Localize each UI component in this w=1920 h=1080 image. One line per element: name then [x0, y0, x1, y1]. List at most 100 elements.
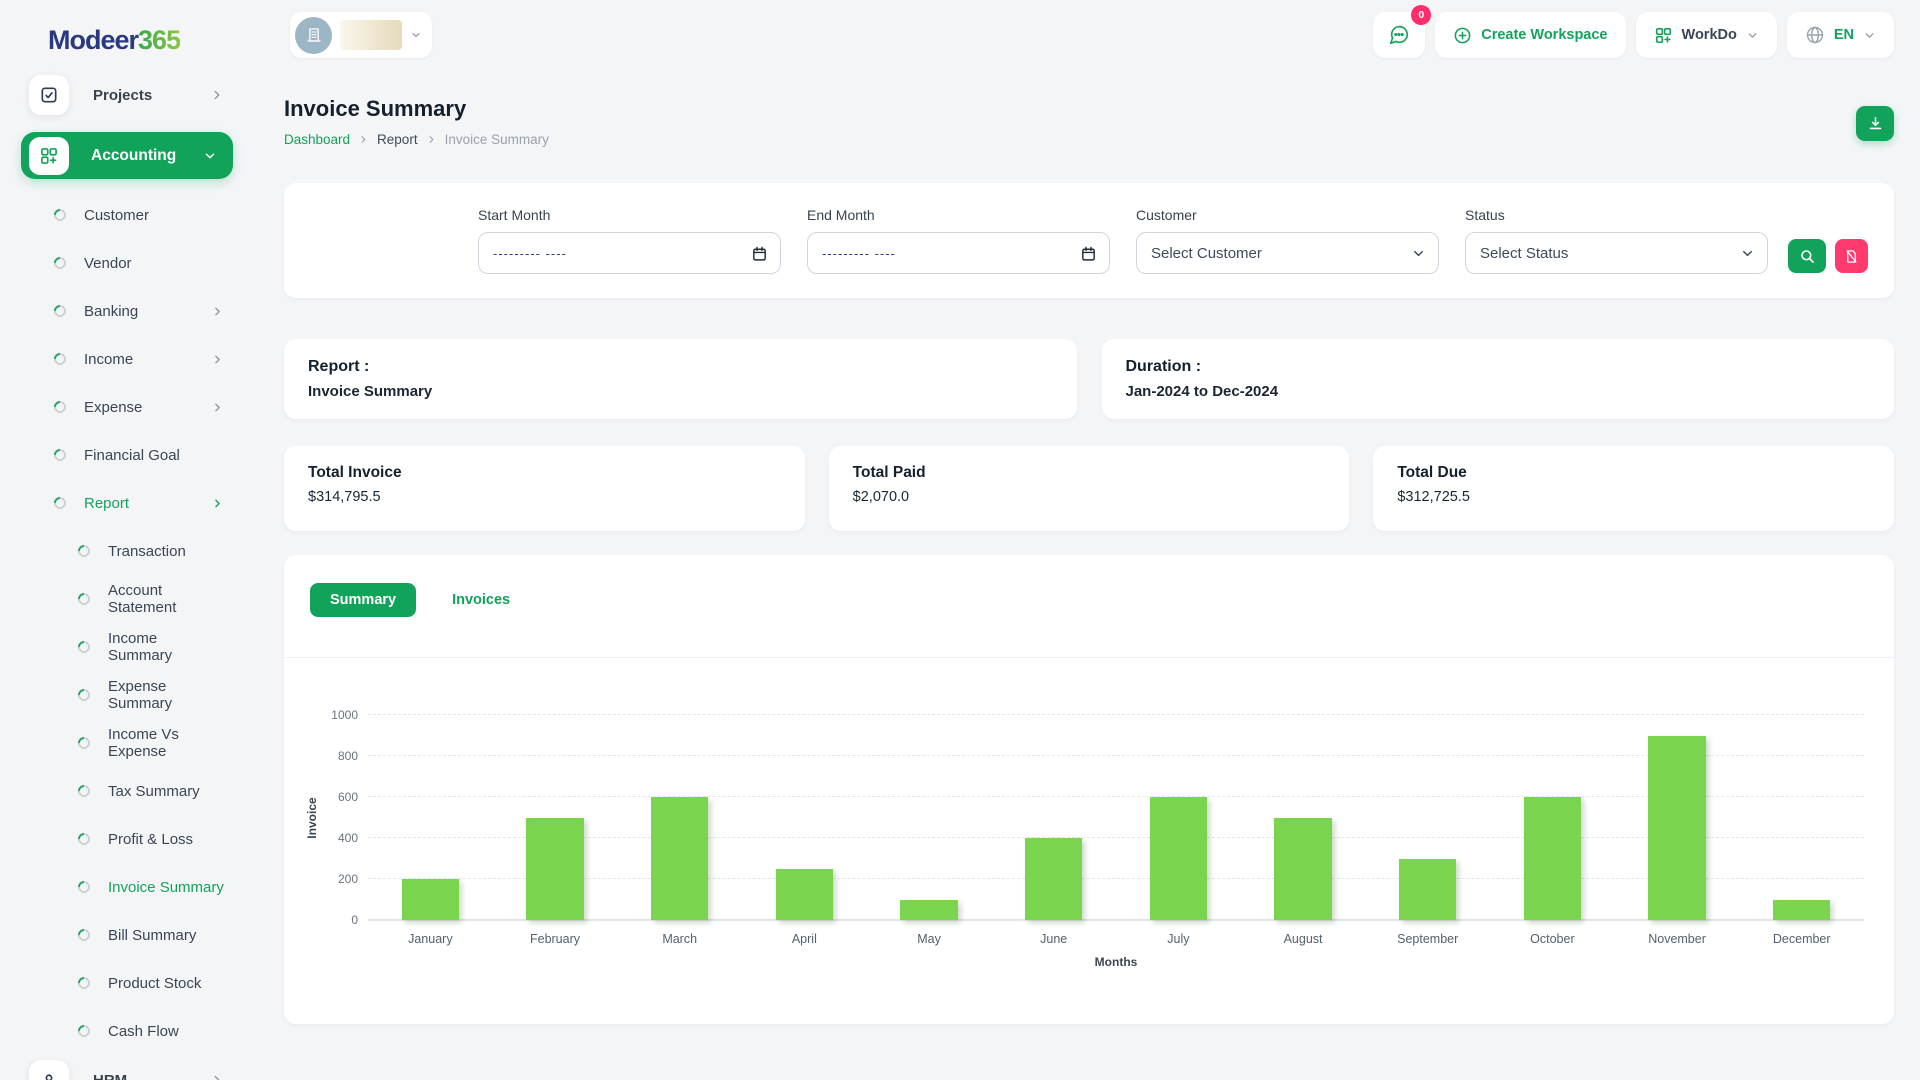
- sidebar-item-customer[interactable]: Customer: [0, 191, 254, 239]
- chat-icon: [1388, 24, 1410, 46]
- total-paid-value: $2,070.0: [852, 489, 910, 505]
- tab-invoices[interactable]: Invoices: [432, 583, 530, 617]
- bar-column-november: [1615, 716, 1740, 920]
- chevron-down-icon: [1411, 246, 1426, 261]
- chevron-right-icon: [211, 497, 224, 510]
- page-title: Invoice Summary: [284, 96, 467, 121]
- globe-icon: [1805, 25, 1825, 45]
- xlabel-july: July: [1167, 932, 1190, 946]
- xlabel-february: February: [529, 932, 581, 946]
- breadcrumb-report[interactable]: Report: [377, 132, 418, 147]
- month-placeholder: --------- ----: [822, 245, 896, 261]
- customer-label: Customer: [1136, 207, 1197, 223]
- sidebar-item-banking[interactable]: Banking: [0, 287, 254, 335]
- sidebar-item-invoice-summary[interactable]: Invoice Summary: [0, 863, 254, 911]
- chart-bars: [368, 716, 1864, 920]
- report-card: Report : Invoice Summary: [284, 339, 1077, 419]
- workdo-label: WorkDo: [1681, 27, 1737, 43]
- sidebar-item-label: Transaction: [108, 542, 186, 560]
- end-month-input[interactable]: --------- ----: [807, 232, 1110, 274]
- sidebar-item-label: Projects: [93, 86, 153, 104]
- brand-suffix: 365: [138, 24, 181, 55]
- bar-column-december: [1739, 716, 1864, 920]
- download-button[interactable]: [1856, 106, 1894, 141]
- checkbox-icon: [29, 75, 69, 115]
- bar-column-september: [1365, 716, 1490, 920]
- sidebar-item-label: Bill Summary: [108, 926, 197, 944]
- total-due-value: $312,725.5: [1397, 489, 1470, 505]
- download-icon: [1867, 115, 1884, 132]
- ytick-0: 0: [351, 913, 358, 927]
- bar-column-august: [1241, 716, 1366, 920]
- chevron-right-icon: [358, 134, 369, 145]
- messages-button[interactable]: 0: [1373, 5, 1432, 58]
- y-axis-title: Invoice: [305, 797, 319, 839]
- sidebar-item-transaction[interactable]: Transaction: [0, 527, 254, 575]
- sidebar-item-tax-summary[interactable]: Tax Summary: [0, 767, 254, 815]
- sidebar-item-income-vs-expense[interactable]: Income Vs Expense: [0, 719, 254, 767]
- sidebar-item-product-stock[interactable]: Product Stock: [0, 959, 254, 1007]
- breadcrumb-dashboard[interactable]: Dashboard: [284, 132, 350, 147]
- total-invoice-card: Total Invoice $314,795.5: [284, 446, 805, 531]
- bar-november: [1648, 735, 1706, 920]
- create-workspace-button[interactable]: Create Workspace: [1435, 12, 1626, 58]
- sidebar-item-cash-flow[interactable]: Cash Flow: [0, 1007, 254, 1055]
- ytick-1000: 1000: [331, 708, 358, 722]
- ytick-200: 200: [337, 872, 358, 886]
- chevron-right-icon: [211, 353, 224, 366]
- sidebar-item-income[interactable]: Income: [0, 335, 254, 383]
- sidebar-item-label: Income Summary: [108, 630, 173, 664]
- duration-card: Duration : Jan-2024 to Dec-2024: [1101, 339, 1894, 419]
- xlabel-march: March: [662, 932, 698, 946]
- sidebar-item-financial-goal[interactable]: Financial Goal: [0, 431, 254, 479]
- ring-icon: [51, 302, 69, 320]
- total-paid-card: Total Paid $2,070.0: [828, 446, 1350, 531]
- report-card-value: Invoice Summary: [308, 383, 433, 400]
- bar-column-april: [742, 716, 867, 920]
- sidebar-item-label: Income Vs Expense: [108, 726, 179, 760]
- customer-select[interactable]: Select Customer: [1136, 232, 1439, 274]
- page-header: Invoice Summary Dashboard Report Invoice…: [284, 96, 1894, 147]
- ytick-600: 600: [337, 790, 358, 804]
- topbar-actions: 0 Create Workspace WorkDo EN: [1373, 5, 1894, 58]
- sidebar-item-hrm[interactable]: HRM: [0, 1055, 254, 1080]
- reset-filter-button[interactable]: [1835, 239, 1868, 273]
- sidebar-item-projects[interactable]: Projects: [0, 70, 254, 120]
- sidebar-item-expense[interactable]: Expense: [0, 383, 254, 431]
- sidebar-item-label: Invoice Summary: [108, 878, 224, 896]
- customer-field-group: Customer Select Customer: [1136, 207, 1439, 274]
- language-selector[interactable]: EN: [1786, 12, 1894, 58]
- sidebar-item-report[interactable]: Report: [0, 479, 254, 527]
- workspace-selector[interactable]: [290, 12, 432, 58]
- tab-summary[interactable]: Summary: [310, 583, 417, 617]
- grid-plus-icon: [1654, 26, 1673, 45]
- report-card-label: Report :: [308, 358, 370, 375]
- sidebar-item-bill-summary[interactable]: Bill Summary: [0, 911, 254, 959]
- sidebar-item-label: Account Statement: [108, 582, 177, 616]
- sidebar-item-accounting[interactable]: Accounting: [21, 132, 233, 179]
- start-month-input[interactable]: --------- ----: [478, 232, 781, 274]
- search-button[interactable]: [1788, 239, 1826, 273]
- chevron-down-icon: [1863, 29, 1876, 42]
- report-duration-row: Report : Invoice Summary Duration : Jan-…: [284, 339, 1894, 419]
- month-placeholder: --------- ----: [493, 245, 567, 261]
- sidebar-item-income-summary[interactable]: Income Summary: [0, 623, 254, 671]
- xlabel-december: December: [1772, 932, 1831, 946]
- status-select-value: Select Status: [1480, 244, 1569, 262]
- chevron-right-icon: [211, 305, 224, 318]
- chevron-down-icon: [203, 149, 217, 163]
- status-label: Status: [1465, 207, 1505, 223]
- xlabel-april: April: [791, 932, 817, 946]
- sidebar-item-profit-loss[interactable]: Profit & Loss: [0, 815, 254, 863]
- workdo-menu-button[interactable]: WorkDo: [1635, 12, 1777, 58]
- sidebar-item-expense-summary[interactable]: Expense Summary: [0, 671, 254, 719]
- ring-icon: [51, 206, 69, 224]
- status-select[interactable]: Select Status: [1465, 232, 1768, 274]
- file-slash-icon: [1844, 249, 1859, 264]
- sidebar-item-vendor[interactable]: Vendor: [0, 239, 254, 287]
- brand-name: Modeer: [48, 24, 139, 55]
- sidebar-item-account-statement[interactable]: Account Statement: [0, 575, 254, 623]
- ring-icon: [75, 542, 93, 560]
- bar-june: [1025, 838, 1083, 920]
- total-invoice-label: Total Invoice: [308, 464, 402, 481]
